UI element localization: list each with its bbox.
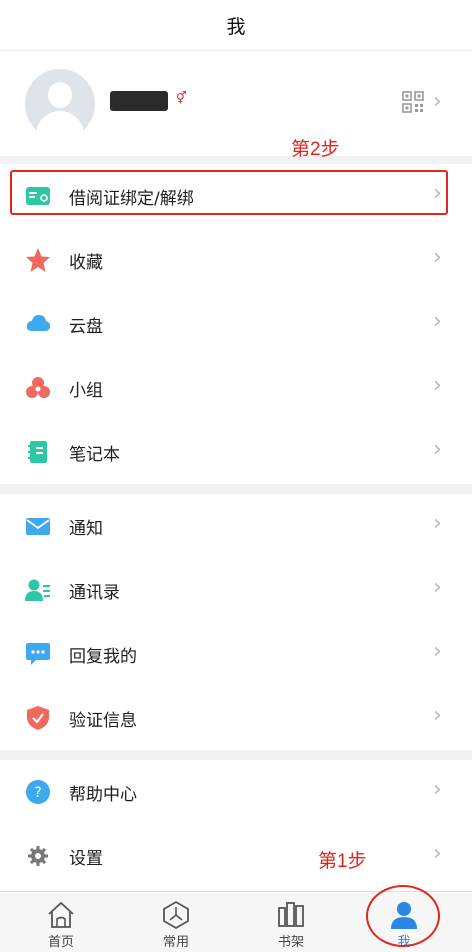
menu-item-settings[interactable]: 设置 › — [0, 824, 472, 888]
menu-item-label: 云盘 — [69, 317, 103, 337]
menu-item-notifications[interactable]: 通知 › — [0, 494, 472, 558]
tab-home[interactable]: 首页 — [2, 892, 120, 952]
chevron-right-icon: › — [433, 437, 442, 462]
menu-item-label: 收藏 — [69, 253, 103, 273]
menu-item-label: 通讯录 — [69, 583, 120, 603]
divider — [0, 156, 472, 164]
tab-common[interactable]: 常用 — [117, 892, 235, 952]
menu-item-label: 验证信息 — [69, 711, 137, 731]
chevron-right-icon: › — [433, 777, 442, 802]
menu-item-groups[interactable]: 小组 › — [0, 356, 472, 420]
menu-item-cloud-disk[interactable]: 云盘 › — [0, 292, 472, 356]
svg-text:?: ? — [34, 785, 41, 801]
star-icon — [26, 248, 50, 272]
chevron-right-icon: › — [433, 89, 442, 114]
username-masked — [110, 91, 168, 111]
menu-item-verification[interactable]: 验证信息 › — [0, 686, 472, 750]
menu-item-label: 笔记本 — [69, 445, 120, 465]
divider — [0, 484, 472, 494]
chat-icon — [26, 643, 50, 665]
tab-bookshelf[interactable]: 书架 — [232, 892, 350, 952]
menu-item-help-center[interactable]: ? 帮助中心 › — [0, 760, 472, 824]
page-title: 我 — [0, 0, 472, 51]
compass-icon — [163, 900, 189, 930]
group-icon — [26, 377, 50, 398]
chevron-right-icon: › — [433, 511, 442, 536]
annotation-step-1: 第1步 — [318, 851, 367, 872]
menu-item-replies[interactable]: 回复我的 › — [0, 622, 472, 686]
avatar[interactable] — [25, 69, 95, 139]
chevron-right-icon: › — [433, 309, 442, 334]
contacts-icon — [25, 579, 50, 601]
home-icon — [48, 901, 74, 928]
profile-card[interactable]: ⚥ › — [0, 51, 472, 156]
menu-item-favorites[interactable]: 收藏 › — [0, 228, 472, 292]
bookshelf-icon — [278, 902, 304, 927]
gear-icon — [28, 846, 48, 866]
annotation-step-2: 第2步 — [291, 139, 340, 160]
tab-label: 书架 — [277, 935, 304, 950]
menu-item-notebook[interactable]: 笔记本 › — [0, 420, 472, 484]
shield-icon — [27, 706, 49, 730]
menu-item-label: 回复我的 — [69, 647, 137, 667]
chevron-right-icon: › — [433, 703, 442, 728]
menu-item-label: 设置 — [69, 849, 103, 869]
menu-item-contacts[interactable]: 通讯录 › — [0, 558, 472, 622]
divider — [0, 750, 472, 760]
mail-icon — [26, 518, 50, 535]
menu-item-label: 通知 — [69, 519, 103, 539]
annotation-highlight-circle — [366, 885, 440, 947]
tab-label: 首页 — [47, 935, 74, 950]
chevron-right-icon: › — [433, 373, 442, 398]
annotation-highlight-box — [10, 170, 448, 215]
menu-item-label: 帮助中心 — [69, 785, 137, 805]
gender-icon: ⚥ — [176, 91, 187, 105]
chevron-right-icon: › — [433, 575, 442, 600]
page-title-text: 我 — [226, 15, 246, 38]
menu-item-label: 小组 — [69, 381, 103, 401]
chevron-right-icon: › — [433, 245, 442, 270]
help-icon: ? — [26, 780, 50, 804]
tab-label: 常用 — [162, 935, 189, 950]
cloud-icon — [26, 315, 50, 331]
chevron-right-icon: › — [433, 639, 442, 664]
notebook-icon — [28, 441, 47, 463]
qr-code-icon[interactable] — [402, 91, 424, 113]
chevron-right-icon: › — [433, 841, 442, 866]
